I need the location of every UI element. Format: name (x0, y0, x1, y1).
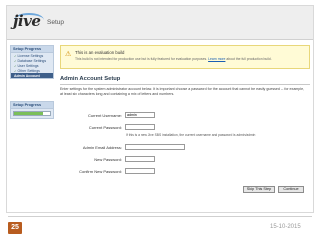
notice-title: This is an evaluation build (75, 50, 125, 55)
current-username-label: Current Username: (87, 113, 122, 118)
section-divider (60, 84, 310, 85)
app-header: jive Setup (7, 6, 313, 40)
app-title: Setup (47, 19, 64, 26)
setup-steps-title: Setup Progress (11, 46, 53, 53)
new-password-label: New Password: (94, 157, 122, 162)
footer-divider (8, 216, 312, 217)
notice-text-before: This build is not intended for productio… (75, 57, 208, 61)
continue-button[interactable]: Continue (278, 186, 304, 193)
sidebar: Setup Progress License Settings Database… (7, 41, 57, 213)
confirm-password-label: Confirm New Password: (79, 169, 122, 174)
admin-email-input[interactable] (125, 144, 185, 150)
sidebar-item-admin-account[interactable]: Admin Account (11, 73, 53, 78)
slide-page-number: 25 (8, 222, 22, 234)
confirm-password-input[interactable] (125, 168, 155, 174)
notice-text: This build is not intended for productio… (75, 57, 272, 61)
current-password-label: Current Password: (88, 125, 122, 130)
current-password-input[interactable] (125, 124, 155, 130)
section-title: Admin Account Setup (60, 76, 121, 82)
evaluation-notice: ⚠ This is an evaluation build This build… (60, 45, 310, 69)
current-username-input[interactable] (125, 112, 155, 118)
setup-steps-panel: Setup Progress License Settings Database… (10, 45, 54, 79)
slide-frame: jive Setup Setup Progress License Settin… (6, 5, 314, 213)
current-password-note: If this is a new Jive SBS installation, … (126, 133, 256, 137)
jive-logo: jive (13, 12, 41, 30)
setup-progress-fill (14, 112, 43, 115)
main-content: ⚠ This is an evaluation build This build… (60, 43, 310, 213)
setup-progress-bar (13, 111, 51, 116)
setup-progress-panel: Setup Progress (10, 101, 54, 119)
setup-progress-title: Setup Progress (11, 102, 53, 109)
admin-email-label: Admin Email Address: (82, 145, 122, 150)
new-password-input[interactable] (125, 156, 155, 162)
warning-icon: ⚠ (65, 51, 72, 58)
notice-text-after: about the full production build. (226, 57, 272, 61)
section-description: Enter settings for the system administra… (60, 87, 305, 96)
slide-date: 15-10-2015 (270, 224, 301, 230)
learn-more-link[interactable]: Learn more (208, 57, 225, 61)
skip-step-button[interactable]: Skip This Step (243, 186, 275, 193)
